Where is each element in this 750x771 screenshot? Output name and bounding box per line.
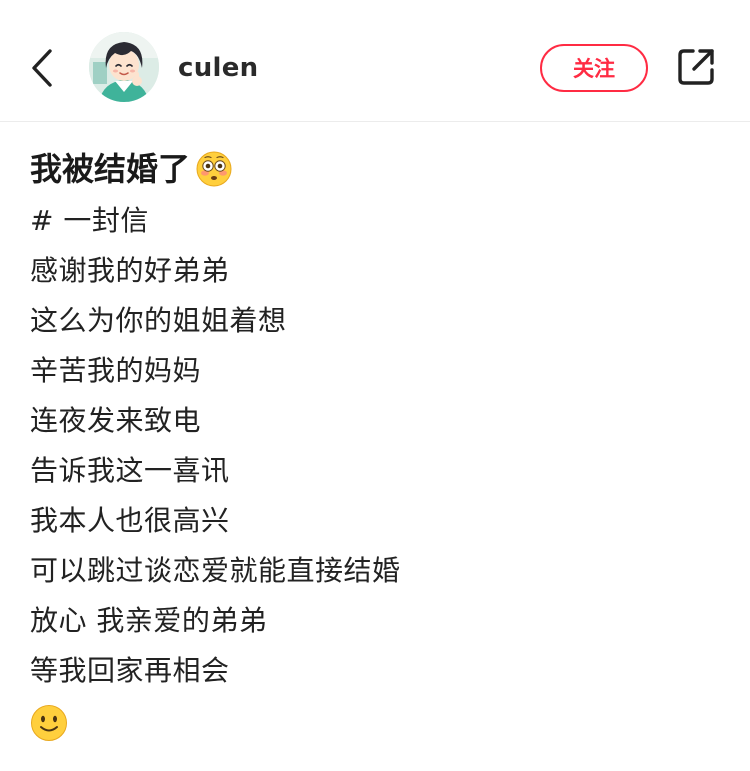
- slightly-smiling-face-emoji-icon: [31, 705, 67, 741]
- avatar[interactable]: [89, 32, 159, 102]
- post-content: 我被结婚了 # 一封信 感谢我的好弟弟 这么为你的姐姐着想 辛苦我的妈妈 连夜发…: [30, 142, 720, 742]
- post-line: 放心 我亲爱的弟弟: [30, 604, 268, 637]
- follow-button[interactable]: 关注: [540, 44, 648, 92]
- post-line: 连夜发来致电: [30, 404, 202, 437]
- post-line: 辛苦我的妈妈: [30, 354, 202, 387]
- post-line: 等我回家再相会: [30, 654, 230, 687]
- post-line: 这么为你的姐姐着想: [30, 304, 287, 337]
- flushed-face-emoji-icon: [196, 151, 232, 187]
- post-title: 我被结婚了: [30, 150, 191, 188]
- share-button[interactable]: [674, 45, 718, 89]
- top-bar: culen 关注: [0, 0, 750, 122]
- share-external-icon: [678, 49, 714, 85]
- back-button[interactable]: [22, 44, 62, 92]
- post-line: 我本人也很高兴: [30, 504, 230, 537]
- chevron-left-icon: [32, 49, 52, 87]
- avatar-image: [89, 32, 159, 102]
- post-title-row: 我被结婚了: [30, 142, 720, 196]
- post-line: 感谢我的好弟弟: [30, 254, 230, 287]
- post-line: 可以跳过谈恋爱就能直接结婚: [30, 554, 401, 587]
- post-line: # 一封信: [30, 204, 149, 237]
- username[interactable]: culen: [178, 52, 258, 84]
- post-line: 告诉我这一喜讯: [30, 454, 230, 487]
